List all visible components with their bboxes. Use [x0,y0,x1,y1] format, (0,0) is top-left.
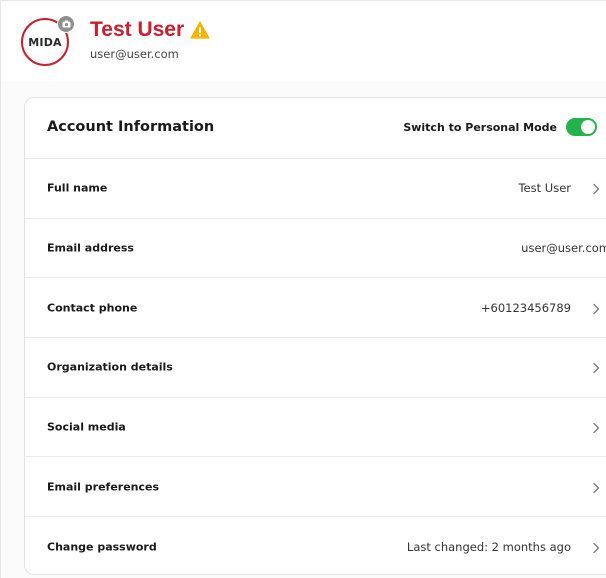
row-right [571,420,603,434]
chevron-right-icon [589,301,603,315]
row-value: Last changed: 2 months ago [406,539,571,554]
row-label: Full name [47,181,108,195]
mode-switch-label: Switch to Personal Mode [403,120,557,134]
row-right [571,480,603,494]
row-label: Email address [47,241,134,255]
profile-header: MIDA Test User user@user.com [1,1,606,81]
row-value: Test User [518,181,571,196]
user-name: Test User [90,18,210,42]
user-name-text: Test User [90,18,185,41]
avatar-logo-text: MIDA [28,35,62,49]
row-label: Change password [47,540,157,554]
row-label: Contact phone [47,301,138,315]
row-value: +60123456789 [480,300,571,315]
camera-icon[interactable] [57,15,75,33]
chevron-right-icon [589,480,603,494]
row-right: Test User [518,181,603,195]
row-label: Social media [47,420,126,434]
card-header: Account Information Switch to Personal M… [25,98,606,159]
row-right [571,360,603,374]
row-right: user@user.com [521,241,606,255]
row-value: user@user.com [521,241,606,256]
warning-icon[interactable] [190,21,210,39]
user-email: user@user.com [90,47,179,61]
avatar-wrapper[interactable]: MIDA [21,15,75,70]
chevron-right-icon [589,181,603,195]
toggle-knob [581,120,595,134]
chevron-right-icon [589,540,603,554]
row-email-preferences[interactable]: Email preferences [25,457,606,518]
personal-mode-switch[interactable]: Switch to Personal Mode [403,118,597,136]
chevron-right-icon [589,360,603,374]
row-right: +60123456789 [481,301,603,315]
row-social-media[interactable]: Social media [25,398,606,458]
row-change-password[interactable]: Change password Last changed: 2 months a… [25,517,606,574]
card-title: Account Information [47,119,215,135]
row-label: Email preferences [47,480,160,494]
account-page: MIDA Test User user@user.com Account Inf… [0,0,606,578]
account-information-card: Account Information Switch to Personal M… [24,97,606,575]
chevron-right-icon [589,420,603,434]
row-right: Last changed: 2 months ago [407,540,603,554]
account-rows: Full name Test User Email address user@u… [25,159,606,574]
row-email-address: Email address user@user.com [25,219,606,279]
row-contact-phone[interactable]: Contact phone +60123456789 [25,278,606,339]
row-full-name[interactable]: Full name Test User [25,159,606,219]
row-organization-details[interactable]: Organization details [25,338,606,398]
toggle-switch[interactable] [566,118,597,136]
row-label: Organization details [47,360,173,374]
